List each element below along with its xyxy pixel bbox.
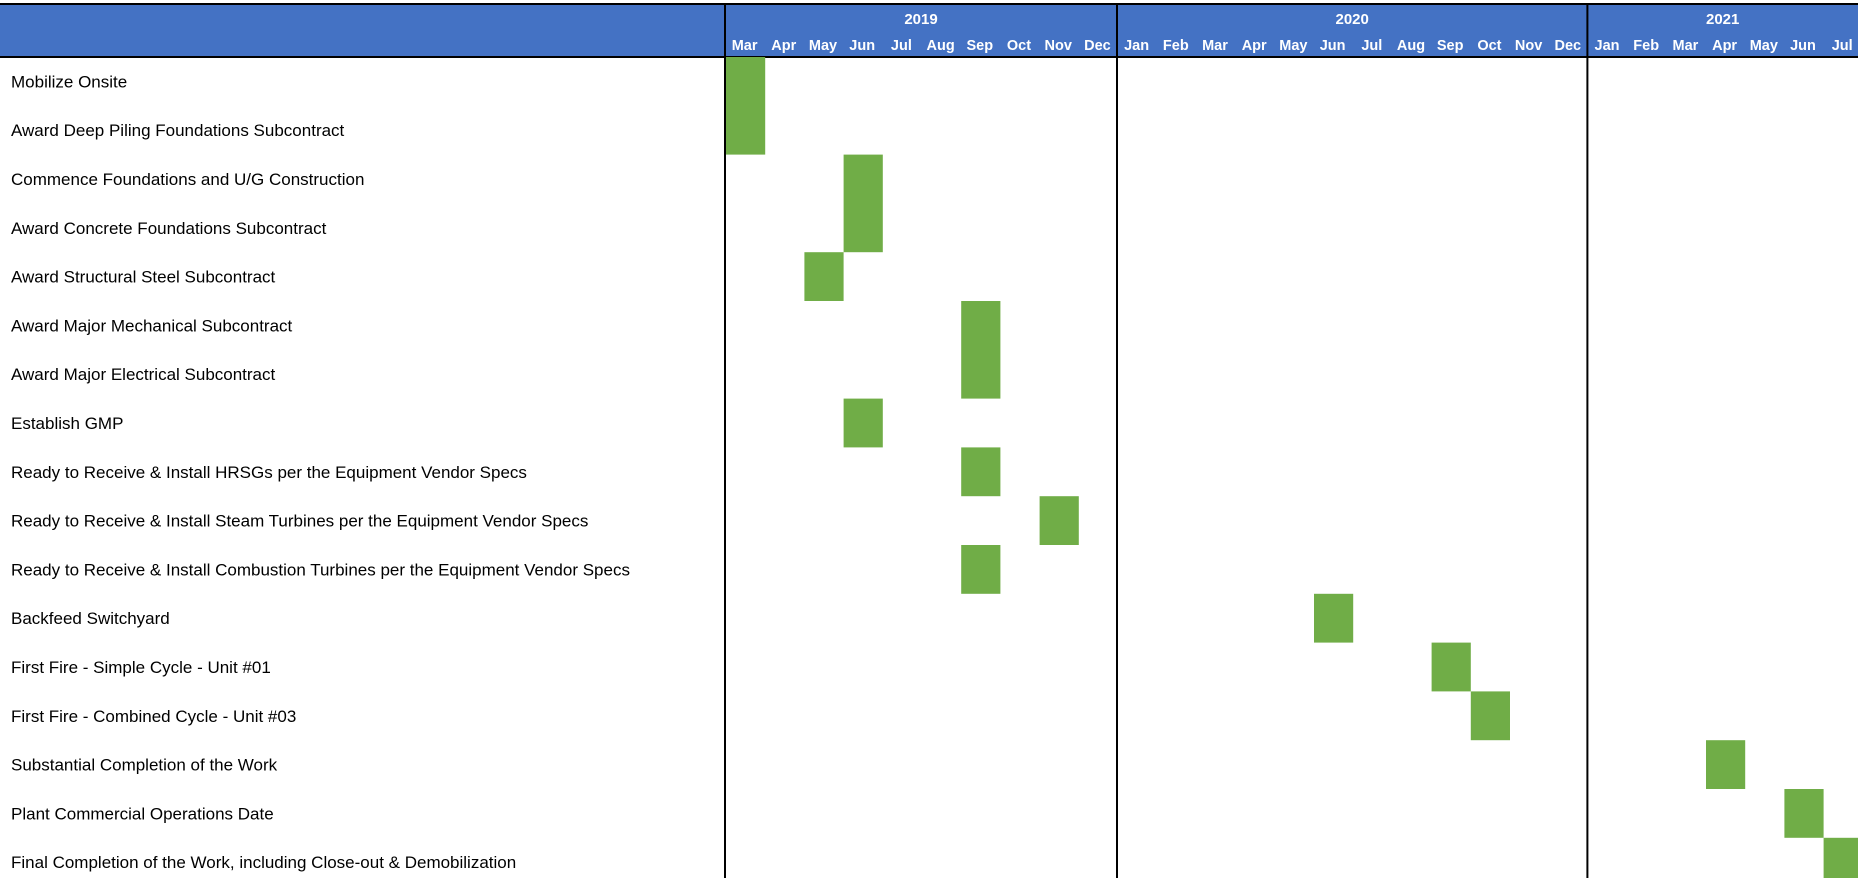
- task-label: Award Major Electrical Subcontract: [11, 365, 276, 384]
- task-label: Award Deep Piling Foundations Subcontrac…: [11, 121, 345, 140]
- month-label: Aug: [927, 38, 955, 54]
- month-label: Sep: [967, 38, 994, 54]
- month-label: Mar: [732, 38, 758, 54]
- gantt-bar: [961, 301, 1001, 399]
- gantt-bar: [804, 252, 844, 301]
- year-label: 2020: [1336, 11, 1369, 28]
- month-label: Jul: [891, 38, 912, 54]
- month-label: Feb: [1163, 38, 1189, 54]
- month-label: Apr: [1712, 38, 1737, 54]
- task-label: First Fire - Combined Cycle - Unit #03: [11, 707, 296, 726]
- task-label: Plant Commercial Operations Date: [11, 804, 274, 823]
- month-label: Aug: [1397, 38, 1425, 54]
- year-label: 2021: [1706, 11, 1739, 28]
- gantt-svg: 2019 2020 2021 Mar Apr May Jun Jul Aug Sep Oct Nov D…: [0, 3, 1858, 878]
- task-label: Ready to Receive & Install Combustion Tu…: [11, 560, 630, 579]
- gantt-chart: 2019 2020 2021 Mar Apr May Jun Jul Aug Sep Oct Nov D…: [0, 0, 1858, 878]
- month-label: Nov: [1515, 38, 1542, 54]
- task-label: Mobilize Onsite: [11, 72, 127, 91]
- gantt-bar: [843, 154, 883, 253]
- month-label: Oct: [1007, 38, 1031, 54]
- month-label: Dec: [1554, 38, 1581, 54]
- task-label: Commence Foundations and U/G Constructio…: [11, 170, 364, 189]
- month-label: Oct: [1477, 38, 1501, 54]
- month-label: Jun: [1320, 38, 1346, 54]
- gantt-bar: [1470, 691, 1510, 741]
- gantt-bar: [1431, 642, 1471, 692]
- gantt-bar: [1823, 837, 1858, 878]
- month-label: Nov: [1044, 38, 1071, 54]
- month-label: Jun: [849, 38, 875, 54]
- task-label: Substantial Completion of the Work: [11, 756, 278, 775]
- gantt-bar: [726, 57, 766, 155]
- gantt-bar: [843, 398, 883, 448]
- month-label: May: [809, 38, 837, 54]
- task-label: Ready to Receive & Install Steam Turbine…: [11, 512, 588, 531]
- month-label: Jan: [1595, 38, 1620, 54]
- month-label: Sep: [1437, 38, 1464, 54]
- task-label: Establish GMP: [11, 414, 123, 433]
- month-label: Feb: [1633, 38, 1659, 54]
- task-label: Award Concrete Foundations Subcontract: [11, 219, 327, 238]
- month-label: Apr: [1242, 38, 1267, 54]
- month-label: Jun: [1790, 38, 1816, 54]
- month-label: Apr: [771, 38, 796, 54]
- task-label: Backfeed Switchyard: [11, 609, 170, 628]
- gantt-bar: [961, 545, 1001, 594]
- month-label: Dec: [1084, 38, 1111, 54]
- month-label: Mar: [1673, 38, 1699, 54]
- gantt-bar: [961, 447, 1001, 497]
- month-label: May: [1750, 38, 1778, 54]
- task-label: Award Structural Steel Subcontract: [11, 268, 276, 287]
- gantt-bar: [1039, 496, 1079, 545]
- month-label: Jul: [1832, 38, 1853, 54]
- month-label: May: [1279, 38, 1307, 54]
- month-label: Jan: [1124, 38, 1149, 54]
- month-label: Jul: [1361, 38, 1382, 54]
- gantt-bar: [1314, 593, 1354, 643]
- month-label: Mar: [1202, 38, 1228, 54]
- task-label: Ready to Receive & Install HRSGs per the…: [11, 463, 527, 482]
- gantt-bar: [1706, 740, 1746, 789]
- task-label: Final Completion of the Work, including …: [11, 853, 516, 872]
- gantt-bar: [1784, 789, 1824, 838]
- year-label: 2019: [904, 11, 937, 28]
- task-label: First Fire - Simple Cycle - Unit #01: [11, 658, 271, 677]
- task-label: Award Major Mechanical Subcontract: [11, 316, 293, 335]
